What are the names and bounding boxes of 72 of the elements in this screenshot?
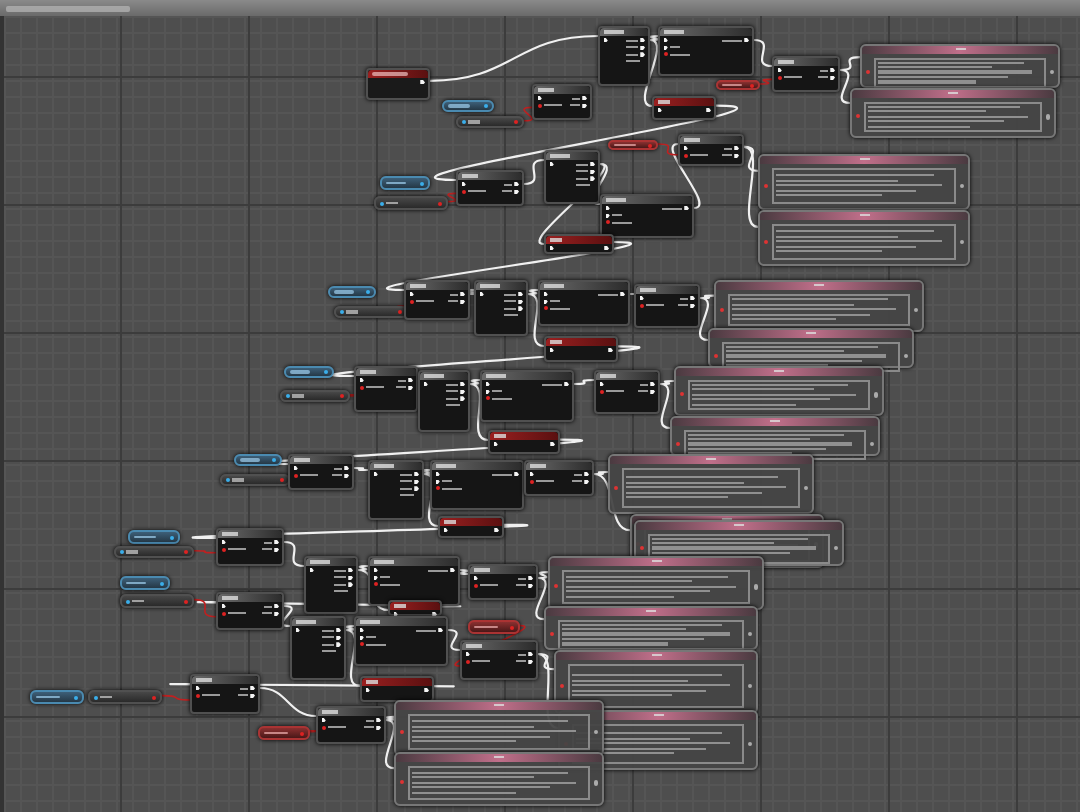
exec-pin-icon (438, 628, 443, 633)
pin-icon (903, 353, 908, 359)
exec-pin-icon (706, 108, 711, 113)
pin-icon (753, 584, 758, 589)
exec-pin-icon (393, 612, 398, 617)
exec-pin-icon (603, 38, 608, 43)
exec-pin-icon (549, 162, 554, 167)
exec-pin-icon (479, 292, 484, 297)
exec-pin-icon (432, 612, 437, 617)
exec-pin-icon (494, 528, 499, 533)
pin-icon (747, 683, 752, 688)
exec-pin-icon (461, 182, 466, 187)
exec-wire (447, 628, 461, 652)
exec-pin-icon (221, 540, 226, 545)
pin-icon (833, 545, 838, 551)
data-wire (307, 729, 319, 733)
exec-pin-icon (684, 206, 689, 211)
data-wire (193, 550, 217, 554)
exec-pin-icon (295, 628, 300, 633)
exec-pin-icon (420, 80, 425, 85)
exec-pin-icon (443, 528, 448, 533)
data-wire (193, 598, 217, 618)
exec-pin-icon (195, 686, 200, 691)
exec-pin-icon (564, 382, 569, 387)
exec-pin-icon (365, 688, 370, 693)
data-wire (657, 143, 679, 156)
pin-icon (869, 441, 874, 447)
exec-pin-icon (359, 378, 364, 383)
exec-pin-icon (608, 348, 613, 353)
exec-pin-icon (424, 688, 429, 693)
exec-wire (459, 568, 469, 576)
data-wire (447, 192, 457, 203)
data-wire (523, 106, 533, 122)
exec-pin-icon (423, 382, 428, 387)
exec-pin-icon (657, 108, 662, 113)
exec-pin-icon (683, 146, 688, 151)
exec-pin-icon (599, 382, 604, 387)
exec-pin-icon (620, 292, 625, 297)
pin-icon (959, 183, 964, 188)
data-wire (759, 78, 773, 85)
exec-pin-icon (537, 96, 542, 101)
data-wire (161, 694, 191, 701)
exec-pin-icon (549, 246, 554, 251)
exec-pin-icon (465, 652, 470, 657)
exec-pin-icon (493, 442, 498, 447)
pin-icon (913, 307, 918, 312)
pin-icon (593, 729, 598, 734)
exec-pin-icon (639, 296, 644, 301)
pin-icon (873, 392, 878, 397)
exec-pin-icon (473, 576, 478, 581)
pin-icon (747, 631, 752, 637)
exec-wire (753, 38, 773, 68)
exec-pin-icon (409, 292, 414, 297)
exec-pin-icon (221, 604, 226, 609)
pin-icon (959, 239, 964, 244)
exec-pin-icon (549, 348, 554, 353)
exec-pin-icon (744, 38, 749, 43)
pin-icon (1049, 69, 1054, 75)
pin-icon (747, 741, 752, 746)
exec-pin-icon (321, 718, 326, 723)
exec-pin-icon (529, 472, 534, 477)
exec-pin-icon (309, 568, 314, 573)
exec-pin-icon (604, 246, 609, 251)
exec-pin-icon (777, 68, 782, 73)
pin-icon (803, 485, 808, 490)
exec-pin-icon (550, 442, 555, 447)
exec-pin-icon (373, 472, 378, 477)
pin-icon (1045, 114, 1050, 119)
exec-pin-icon (293, 466, 298, 471)
pin-icon (593, 780, 598, 785)
exec-pin-icon (514, 472, 519, 477)
exec-pin-icon (450, 568, 455, 573)
